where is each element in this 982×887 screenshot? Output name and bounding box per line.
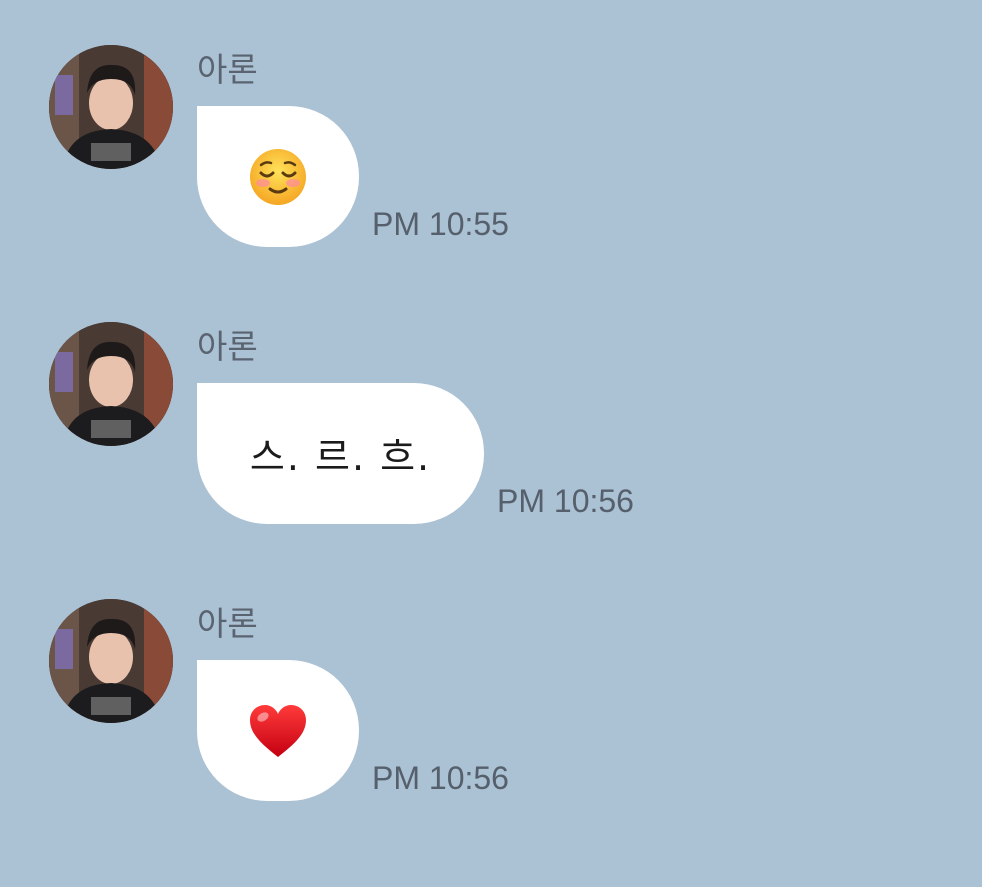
sender-name: 아론 [197, 50, 258, 89]
avatar-photo [49, 322, 173, 446]
red-heart-icon [248, 703, 308, 759]
message-bubble[interactable] [197, 106, 359, 247]
message-timestamp: PM 10:56 [497, 483, 634, 519]
message-text: 스. 르. 흐. [249, 435, 432, 479]
message-timestamp: PM 10:56 [372, 760, 509, 796]
avatar[interactable] [49, 45, 173, 169]
message-timestamp: PM 10:55 [372, 206, 509, 242]
message-bubble[interactable]: 스. 르. 흐. [197, 383, 484, 524]
chat-message: 아론 PM 10:55 [0, 0, 982, 247]
avatar[interactable] [49, 599, 173, 723]
chat-message: 아론 스. 르. 흐. PM 10:56 [0, 277, 982, 524]
sender-name: 아론 [197, 604, 258, 643]
avatar-photo [49, 599, 173, 723]
chat-message: 아론 PM 10:56 [0, 554, 982, 801]
avatar-photo [49, 45, 173, 169]
avatar[interactable] [49, 322, 173, 446]
message-bubble[interactable] [197, 660, 359, 801]
smiling-face-icon [249, 148, 307, 206]
sender-name: 아론 [197, 327, 258, 366]
